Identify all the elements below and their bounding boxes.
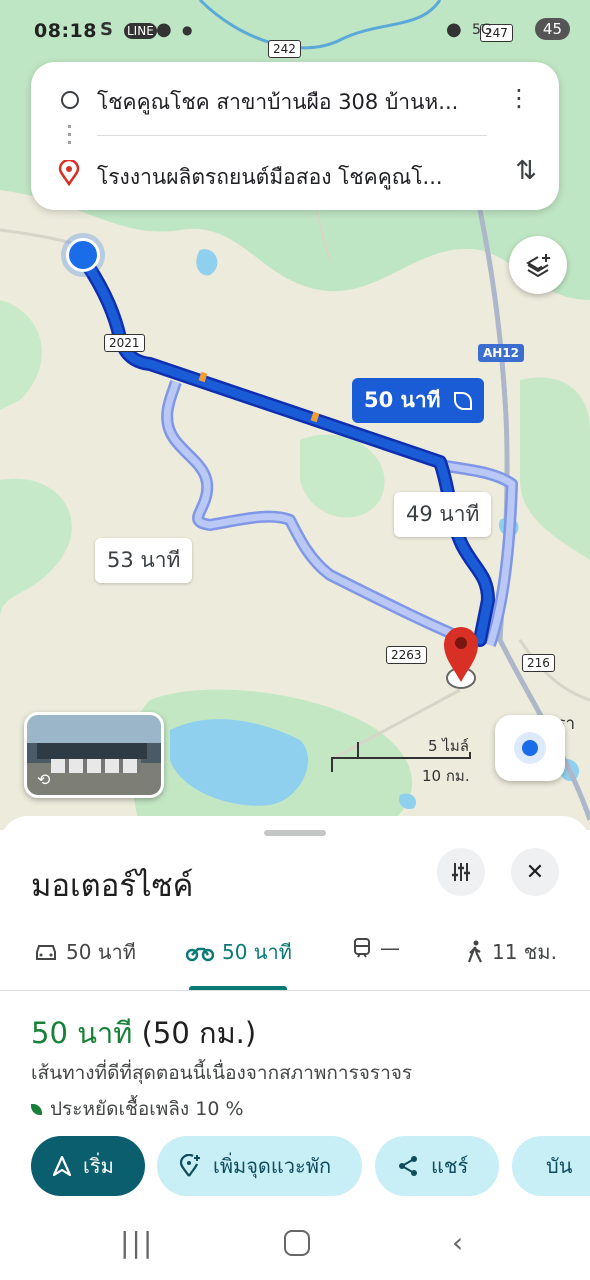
swap-icon[interactable]: ⇅ [515,156,537,186]
sync-icon: S [100,19,113,40]
road-shield-216: 216 [522,654,555,672]
connector-dots [68,125,71,147]
road-shield-2021: 2021 [104,334,145,352]
current-location-marker [66,238,100,272]
scale-km: 10 กม. [422,767,470,785]
directions-card: โชคคูณโชค สาขาบ้านผือ 308 บ้านห... โรงงา… [31,62,559,210]
my-location-icon [522,740,538,756]
leaf-icon [453,392,472,410]
destination-pin-icon [440,622,482,694]
origin-field[interactable]: โชคคูณโชค สาขาบ้านผือ 308 บ้านห... [97,86,497,119]
my-location-button[interactable] [495,715,565,781]
route-summary: 50 นาที (50 กม.) [31,1010,256,1056]
travel-mode-tabs: 50 นาที 50 นาที — 11 ชม. [0,920,590,991]
route-duration: 50 นาที [31,1016,133,1050]
route-alt2-label[interactable]: 53 นาที [95,538,193,583]
road-shield-ah12: AH12 [478,344,525,362]
street-view-thumbnail[interactable]: ⟲ [24,712,164,798]
signal-icon: 5G [472,22,492,38]
system-nav-bar: ||| ‹ [0,1212,590,1280]
fuel-saving-info: ประหยัดเชื้อเพลิง 10 % [31,1094,244,1124]
more-notifications-icon: ● [182,23,193,37]
active-tab-indicator [189,986,287,990]
destination-field[interactable]: โรงงานผลิตรถยนต์มือสอง โชคคูณโ... [97,161,497,194]
tab-car[interactable]: 50 นาที [34,936,136,968]
fields-divider [97,135,487,136]
route-distance: (50 กม.) [141,1016,257,1050]
route-main-label[interactable]: 50 นาที [352,378,484,423]
location-status-icon: ● [446,19,462,40]
battery-indicator: 45 [534,18,570,40]
status-time: 08:18 [34,20,97,42]
chat-icon: ● [156,19,172,40]
directions-sheet: มอเตอร์ไซค์ ✕ 50 นาที 50 นาที — 11 ชม. 5… [0,816,590,1280]
tab-motorcycle[interactable]: 50 นาที [186,936,292,968]
add-location-icon [179,1154,200,1177]
home-icon[interactable] [284,1230,310,1256]
car-icon [36,945,56,960]
more-options-icon[interactable]: ⋮ [507,86,531,110]
origin-circle-icon [61,91,79,109]
walk-icon [467,940,482,963]
share-icon [399,1156,417,1176]
leaf-icon [31,1103,42,1115]
destination-pin-small-icon [58,158,80,190]
navigation-arrow-icon [53,1156,71,1176]
add-stop-button[interactable]: เพิ่มจุดแวะพัก [157,1136,362,1196]
sheet-drag-handle[interactable] [264,830,326,836]
scale-miles: 5 ไมล์ [428,737,469,755]
tab-walk[interactable]: 11 ชม. [466,936,557,968]
travel-mode-title: มอเตอร์ไซค์ [31,868,194,904]
recent-apps-icon[interactable]: ||| [120,1226,154,1259]
save-button[interactable]: บัน [512,1136,590,1196]
close-icon: ✕ [525,859,545,885]
share-button[interactable]: แชร์ [375,1136,499,1196]
close-button[interactable]: ✕ [511,848,559,896]
layers-icon [526,254,550,278]
tab-transit[interactable]: — [352,936,400,960]
status-bar: 08:18 S LINE ● ● ● 5G 45 [0,0,590,62]
back-icon[interactable]: ‹ [452,1226,463,1259]
route-alt1-label[interactable]: 49 นาที [394,492,492,537]
route-options-button[interactable] [437,848,485,896]
tune-icon [452,863,470,881]
route-description: เส้นทางที่ดีที่สุดตอนนี้เนื่องจากสภาพการ… [31,1062,413,1084]
train-icon [354,938,370,958]
layers-button[interactable] [509,236,567,294]
motorcycle-icon [186,947,214,962]
rotate-360-icon: ⟲ [37,770,51,789]
start-button[interactable]: เริ่ม [31,1136,145,1196]
line-icon: LINE [124,23,157,39]
road-shield-2263: 2263 [386,646,427,664]
